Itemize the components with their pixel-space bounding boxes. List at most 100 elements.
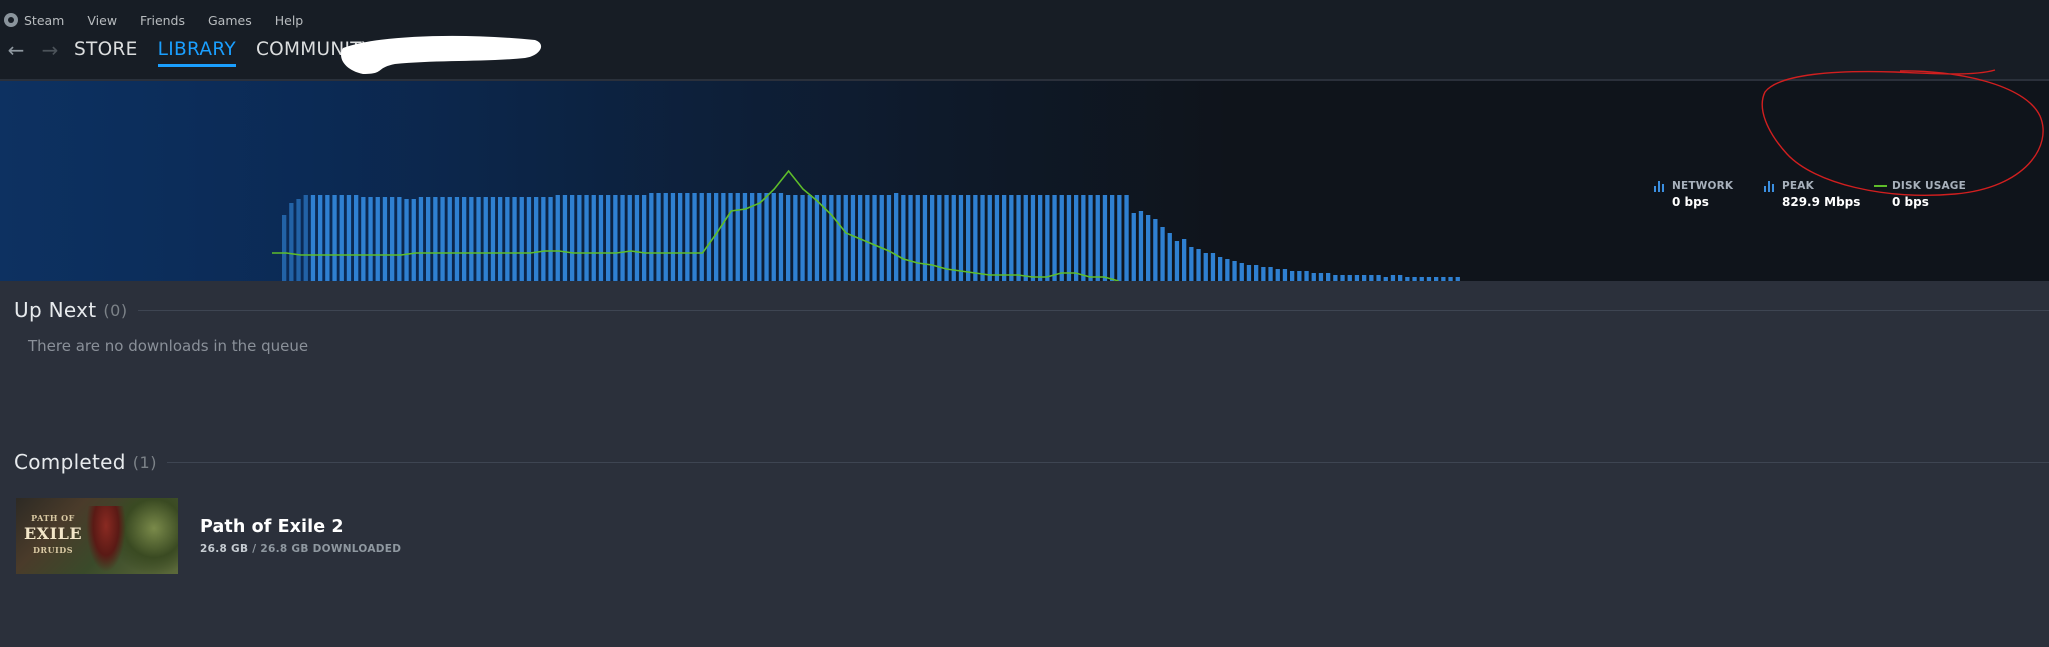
network-bar <box>433 197 438 281</box>
network-bar <box>555 195 560 281</box>
network-bar <box>1182 239 1187 281</box>
network-bar <box>1369 275 1374 281</box>
network-bar <box>620 195 625 281</box>
download-progress-text: 26.8 GB / 26.8 GB DOWNLOADED <box>200 543 401 555</box>
game-title[interactable]: Path of Exile 2 <box>200 517 401 537</box>
network-bar <box>541 197 546 281</box>
network-bar <box>670 193 676 281</box>
network-bar <box>951 195 956 281</box>
legend-peak: PEAK 829.9 Mbps <box>1764 180 1860 209</box>
network-bar <box>1426 277 1432 281</box>
network-bar <box>1405 277 1410 281</box>
network-bar <box>332 195 337 281</box>
chart-fade <box>270 81 310 281</box>
network-bar <box>454 197 460 281</box>
network-bar <box>1110 195 1115 281</box>
network-bar <box>814 195 820 281</box>
completed-title: Completed <box>14 450 126 474</box>
tab-library[interactable]: LIBRARY <box>157 39 237 67</box>
empty-queue-message: There are no downloads in the queue <box>28 337 309 355</box>
legend-disk: DISK USAGE 0 bps <box>1874 180 1966 209</box>
network-bar <box>1045 195 1050 281</box>
network-bar <box>685 193 690 281</box>
network-bar <box>872 195 877 281</box>
menu-item-friends[interactable]: Friends <box>140 13 185 28</box>
network-bar <box>1275 269 1280 281</box>
network-bar <box>577 195 582 281</box>
menu-item-help[interactable]: Help <box>275 13 304 28</box>
network-bar <box>1167 233 1172 281</box>
legend-network: NETWORK 0 bps <box>1654 180 1733 209</box>
network-bar <box>1174 241 1180 281</box>
network-bar <box>1448 277 1453 281</box>
network-bar <box>678 193 683 281</box>
network-bar <box>1009 195 1014 281</box>
bar-chart-icon <box>1654 180 1665 192</box>
network-bar <box>368 197 373 281</box>
network-bar <box>346 195 352 281</box>
tab-store[interactable]: STORE <box>74 39 138 62</box>
network-bar <box>663 193 668 281</box>
network-bar <box>361 197 366 281</box>
game-cover-image[interactable]: PATH OF EXILE DRUIDS <box>16 498 178 574</box>
network-bar <box>1376 275 1381 281</box>
network-bar <box>771 193 776 281</box>
network-bar <box>1052 195 1057 281</box>
network-bar <box>634 195 640 281</box>
network-bar <box>800 195 805 281</box>
network-bar <box>836 195 841 281</box>
network-bar <box>742 193 748 281</box>
network-bar <box>570 195 575 281</box>
menu-item-games[interactable]: Games <box>208 13 252 28</box>
network-bar <box>1412 277 1417 281</box>
network-bar <box>310 195 316 281</box>
network-bar <box>447 197 452 281</box>
network-bar <box>411 199 416 281</box>
section-divider <box>137 309 2049 311</box>
network-bar <box>994 195 1000 281</box>
network-bar <box>498 197 503 281</box>
menu-item-steam[interactable]: Steam <box>24 13 64 28</box>
network-bar <box>591 195 596 281</box>
network-bar <box>1138 211 1144 281</box>
network-bar <box>850 195 856 281</box>
legend-disk-name: DISK USAGE <box>1892 180 1966 192</box>
network-bar <box>915 195 920 281</box>
network-bar <box>598 195 604 281</box>
network-bar <box>526 197 532 281</box>
network-bar <box>721 193 726 281</box>
legend-disk-value: 0 bps <box>1892 195 1929 209</box>
network-bar <box>1434 277 1439 281</box>
network-bar <box>786 195 791 281</box>
network-bar <box>426 197 431 281</box>
back-arrow-icon[interactable]: ← <box>6 40 26 60</box>
network-bar <box>1419 277 1424 281</box>
network-bar <box>1023 195 1028 281</box>
menu-item-view[interactable]: View <box>87 13 117 28</box>
game-logo: PATH OF EXILE DRUIDS <box>23 513 83 555</box>
network-bar <box>879 195 884 281</box>
network-bar <box>973 195 978 281</box>
completed-item[interactable]: PATH OF EXILE DRUIDS Path of Exile 2 26.… <box>16 498 401 574</box>
network-bar <box>735 193 740 281</box>
section-divider <box>166 461 2049 463</box>
network-bar <box>1282 269 1288 281</box>
network-bar <box>642 195 647 281</box>
network-bar <box>778 193 784 281</box>
network-bar <box>1441 277 1446 281</box>
network-bar <box>613 195 618 281</box>
network-bar <box>627 195 632 281</box>
network-bar <box>1081 195 1086 281</box>
steam-logo-icon[interactable] <box>4 13 18 27</box>
network-bar <box>692 193 697 281</box>
forward-arrow-icon[interactable]: → <box>40 40 60 60</box>
network-bar <box>901 195 906 281</box>
network-bar <box>476 197 481 281</box>
network-bar <box>1311 273 1316 281</box>
network-bar <box>418 197 424 281</box>
network-bar <box>325 195 330 281</box>
network-bar <box>1398 275 1403 281</box>
network-bar <box>1038 195 1043 281</box>
download-chart <box>270 81 1460 281</box>
network-bar <box>1059 195 1064 281</box>
